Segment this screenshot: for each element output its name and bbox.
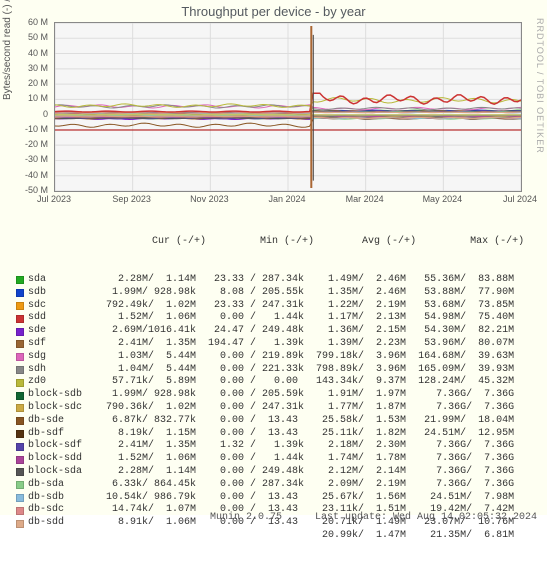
legend-row: 20.99k/ 1.47M 21.35M/ 6.81M xyxy=(16,530,531,543)
legend-row: db-sda 6.33k/ 864.45k 0.00 / 287.34k 2.0… xyxy=(16,479,531,492)
y-tick: -30 M xyxy=(0,155,48,164)
legend-row: sda 2.28M/ 1.14M 23.33 / 287.34k 1.49M/ … xyxy=(16,274,531,287)
plot-area xyxy=(54,22,522,192)
legend-swatch xyxy=(16,302,24,310)
y-tick: 40 M xyxy=(0,49,48,58)
legend-row: block-sdf 2.41M/ 1.35M 1.32 / 1.39k 2.18… xyxy=(16,440,531,453)
legend-swatch xyxy=(16,430,24,438)
legend-text: block-sdc 790.36k/ 1.02M 0.00 / 247.31k … xyxy=(28,402,514,415)
y-tick: -10 M xyxy=(0,125,48,134)
legend-text: db-sdf 8.19k/ 1.15M 0.00 / 13.43 25.11k/… xyxy=(28,428,514,441)
legend-text: db-sda 6.33k/ 864.45k 0.00 / 287.34k 2.0… xyxy=(28,479,514,492)
x-tick: Nov 2023 xyxy=(190,194,229,204)
legend-swatch xyxy=(16,276,24,284)
legend-swatch xyxy=(16,404,24,412)
y-tick: -40 M xyxy=(0,171,48,180)
y-tick: 10 M xyxy=(0,94,48,103)
legend-swatch xyxy=(16,289,24,297)
legend-swatch xyxy=(16,481,24,489)
legend-row: db-sde 6.87k/ 832.77k 0.00 / 13.43 25.58… xyxy=(16,415,531,428)
legend-text: sda 2.28M/ 1.14M 23.33 / 287.34k 1.49M/ … xyxy=(28,274,514,287)
legend-row: zd0 57.71k/ 5.89M 0.00 / 0.00 143.34k/ 9… xyxy=(16,376,531,389)
legend-row: sdh 1.04M/ 5.44M 0.00 / 221.33k 798.89k/… xyxy=(16,364,531,377)
x-tick: Mar 2024 xyxy=(346,194,384,204)
legend-text: sdh 1.04M/ 5.44M 0.00 / 221.33k 798.89k/… xyxy=(28,364,514,377)
chart-container: Throughput per device - by year Bytes/se… xyxy=(0,0,547,515)
legend-row: block-sdb 1.99M/ 928.98k 0.00 / 205.59k … xyxy=(16,389,531,402)
legend-swatch xyxy=(16,340,24,348)
legend-row: sdb 1.99M/ 928.98k 8.08 / 205.55k 1.35M/… xyxy=(16,287,531,300)
legend-row: sdd 1.52M/ 1.06M 0.00 / 1.44k 1.17M/ 2.1… xyxy=(16,312,531,325)
legend-text: 20.99k/ 1.47M 21.35M/ 6.81M xyxy=(28,530,514,543)
legend-row: sde 2.69M/1016.41k 24.47 / 249.48k 1.36M… xyxy=(16,325,531,338)
x-tick: Jan 2024 xyxy=(268,194,305,204)
legend-row: db-sdb 10.54k/ 986.79k 0.00 / 13.43 25.6… xyxy=(16,492,531,505)
legend-swatch xyxy=(16,353,24,361)
x-tick: Jul 2024 xyxy=(503,194,537,204)
legend-text: sdb 1.99M/ 928.98k 8.08 / 205.55k 1.35M/… xyxy=(28,287,514,300)
legend-row: db-sdf 8.19k/ 1.15M 0.00 / 13.43 25.11k/… xyxy=(16,428,531,441)
y-tick: -20 M xyxy=(0,140,48,149)
legend-row: block-sdc 790.36k/ 1.02M 0.00 / 247.31k … xyxy=(16,402,531,415)
legend-text: sdg 1.03M/ 5.44M 0.00 / 219.89k 799.18k/… xyxy=(28,351,514,364)
y-tick: 60 M xyxy=(0,18,48,27)
last-update-label: Last update: Wed Aug 14 02:05:32 2024 xyxy=(315,512,537,523)
legend-header: Cur (-/+) Min (-/+) Avg (-/+) Max (-/+) xyxy=(16,236,531,249)
y-tick: 30 M xyxy=(0,64,48,73)
legend-text: sdc 792.49k/ 1.02M 23.33 / 247.31k 1.22M… xyxy=(28,300,514,313)
legend-swatch xyxy=(16,417,24,425)
legend-swatch xyxy=(16,456,24,464)
legend-text: db-sdb 10.54k/ 986.79k 0.00 / 13.43 25.6… xyxy=(28,492,514,505)
legend-text: block-sdd 1.52M/ 1.06M 0.00 / 1.44k 1.74… xyxy=(28,453,514,466)
legend-swatch xyxy=(16,443,24,451)
y-tick: 20 M xyxy=(0,79,48,88)
y-tick: 50 M xyxy=(0,33,48,42)
chart-svg xyxy=(55,23,521,191)
legend-swatch xyxy=(16,315,24,323)
legend-swatch xyxy=(16,366,24,374)
y-tick: 0 xyxy=(0,110,48,119)
legend-text: sde 2.69M/1016.41k 24.47 / 249.48k 1.36M… xyxy=(28,325,514,338)
legend-text: sdd 1.52M/ 1.06M 0.00 / 1.44k 1.17M/ 2.1… xyxy=(28,312,514,325)
legend-swatch xyxy=(16,468,24,476)
chart-title: Throughput per device - by year xyxy=(0,0,547,19)
legend-swatch xyxy=(16,392,24,400)
generator-label: Munin 2.0.75 xyxy=(210,512,282,523)
x-tick: May 2024 xyxy=(423,194,463,204)
legend-row: sdc 792.49k/ 1.02M 23.33 / 247.31k 1.22M… xyxy=(16,300,531,313)
legend-row: sdg 1.03M/ 5.44M 0.00 / 219.89k 799.18k/… xyxy=(16,351,531,364)
legend-swatch xyxy=(16,328,24,336)
legend-row: sdf 2.41M/ 1.35M 194.47 / 1.39k 1.39M/ 2… xyxy=(16,338,531,351)
legend-text: block-sdf 2.41M/ 1.35M 1.32 / 1.39k 2.18… xyxy=(28,440,514,453)
x-tick: Sep 2023 xyxy=(112,194,151,204)
y-tick-labels: -50 M-40 M-30 M-20 M-10 M010 M20 M30 M40… xyxy=(0,22,50,192)
legend-text: sdf 2.41M/ 1.35M 194.47 / 1.39k 1.39M/ 2… xyxy=(28,338,514,351)
legend-text: zd0 57.71k/ 5.89M 0.00 / 0.00 143.34k/ 9… xyxy=(28,376,514,389)
watermark: RRDTOOL / TOBI OETIKER xyxy=(535,18,545,154)
legend-swatch xyxy=(16,507,24,515)
legend-text: block-sda 2.28M/ 1.14M 0.00 / 249.48k 2.… xyxy=(28,466,514,479)
legend-row: block-sda 2.28M/ 1.14M 0.00 / 249.48k 2.… xyxy=(16,466,531,479)
legend-swatch xyxy=(16,520,24,528)
legend-text: block-sdb 1.99M/ 928.98k 0.00 / 205.59k … xyxy=(28,389,514,402)
legend-text: db-sde 6.87k/ 832.77k 0.00 / 13.43 25.58… xyxy=(28,415,514,428)
legend-row: block-sdd 1.52M/ 1.06M 0.00 / 1.44k 1.74… xyxy=(16,453,531,466)
legend-swatch xyxy=(16,494,24,502)
legend-swatch xyxy=(16,379,24,387)
x-tick: Jul 2023 xyxy=(37,194,71,204)
